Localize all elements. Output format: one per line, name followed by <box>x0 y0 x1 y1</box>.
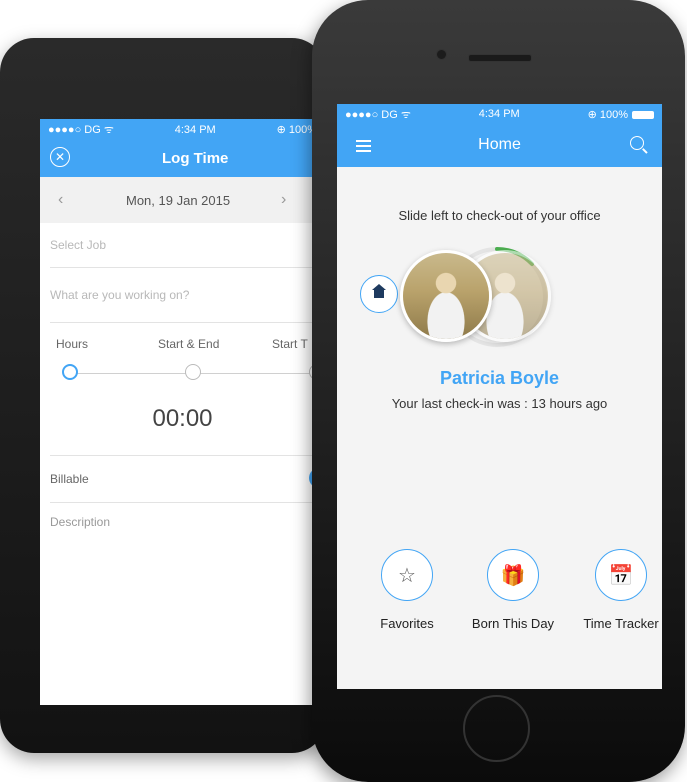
avatar-photo <box>403 253 489 339</box>
office-home-button[interactable] <box>360 275 398 313</box>
previous-day-button[interactable]: ‹ <box>58 191 63 209</box>
gift-icon: 🎁 <box>500 564 526 587</box>
mode-hours-radio[interactable] <box>62 364 78 380</box>
android-status-bar: ●●●●○ DG ᯤ 4:34 PM ⊕ 100% <box>40 119 325 140</box>
hardware-home-button[interactable] <box>463 695 530 762</box>
ios-clock: 4:34 PM <box>478 108 520 120</box>
date-navigator: ‹ Mon, 19 Jan 2015 › <box>40 177 325 223</box>
log-time-header: ✕ Log Time <box>40 140 325 177</box>
mode-start-time-label: Start T <box>272 337 308 351</box>
home-screen: ●●●●○ DG ᯤ 4:34 PM ⊕ 100% Home Slide lef… <box>337 104 662 689</box>
next-day-button[interactable]: › <box>281 191 286 209</box>
checkout-hint: Slide left to check-out of your office <box>398 208 601 223</box>
billable-label: Billable <box>50 472 89 486</box>
battery-icon <box>632 110 654 119</box>
android-carrier: ●●●●○ DG ᯤ <box>48 124 114 136</box>
calendar-clock-icon: 📅 <box>608 564 634 587</box>
last-checkin-text: Your last check-in was : 13 hours ago <box>391 396 608 411</box>
front-camera <box>436 49 447 60</box>
ios-battery: ⊕ 100% <box>587 108 628 121</box>
ios-battery-group: ⊕ 100% <box>588 108 654 121</box>
android-battery: ⊕ 100% <box>276 124 317 136</box>
time-entry-mode-selector: Hours Start & End Start T <box>40 323 325 383</box>
ios-status-bar: ●●●●○ DG ᯤ 4:34 PM ⊕ 100% <box>337 104 662 124</box>
mode-hours-label: Hours <box>56 337 89 351</box>
house-icon <box>372 283 386 300</box>
avatar[interactable] <box>400 250 492 342</box>
mode-start-end-label: Start & End <box>158 337 220 351</box>
log-time-screen: ●●●●○ DG ᯤ 4:34 PM ⊕ 100% ✕ Log Time ‹ M… <box>40 119 325 705</box>
time-tracker-label: Time Tracker <box>583 616 659 631</box>
billable-row: Billable <box>50 456 325 503</box>
page-title: Home <box>478 136 521 153</box>
user-name: Patricia Boyle <box>439 368 560 388</box>
favorites-label: Favorites <box>380 616 434 631</box>
current-date[interactable]: Mon, 19 Jan 2015 <box>126 193 230 208</box>
home-header: Home <box>337 124 662 167</box>
iphone: ●●●●○ DG ᯤ 4:34 PM ⊕ 100% Home Slide lef… <box>312 0 685 782</box>
android-phone: ●●●●○ DG ᯤ 4:34 PM ⊕ 100% ✕ Log Time ‹ M… <box>0 38 326 753</box>
born-this-day-button[interactable]: 🎁 <box>487 549 539 601</box>
search-icon[interactable] <box>630 136 644 150</box>
page-title: Log Time <box>162 150 229 167</box>
earpiece-speaker <box>468 54 532 62</box>
born-this-day-label: Born This Day <box>471 616 555 631</box>
android-clock: 4:34 PM <box>174 123 216 136</box>
select-job-field[interactable]: Select Job <box>50 223 325 268</box>
favorites-button[interactable]: ☆ <box>381 549 433 601</box>
ios-carrier: ●●●●○ DG ᯤ <box>345 108 411 121</box>
close-icon[interactable]: ✕ <box>50 147 70 167</box>
mode-start-end-radio[interactable] <box>185 364 201 380</box>
duration-display[interactable]: 00:00 <box>50 383 325 456</box>
star-icon: ☆ <box>398 564 416 587</box>
description-input[interactable]: Description <box>50 503 325 529</box>
time-tracker-button[interactable]: 📅 <box>595 549 647 601</box>
work-description-input[interactable]: What are you working on? <box>50 268 325 323</box>
